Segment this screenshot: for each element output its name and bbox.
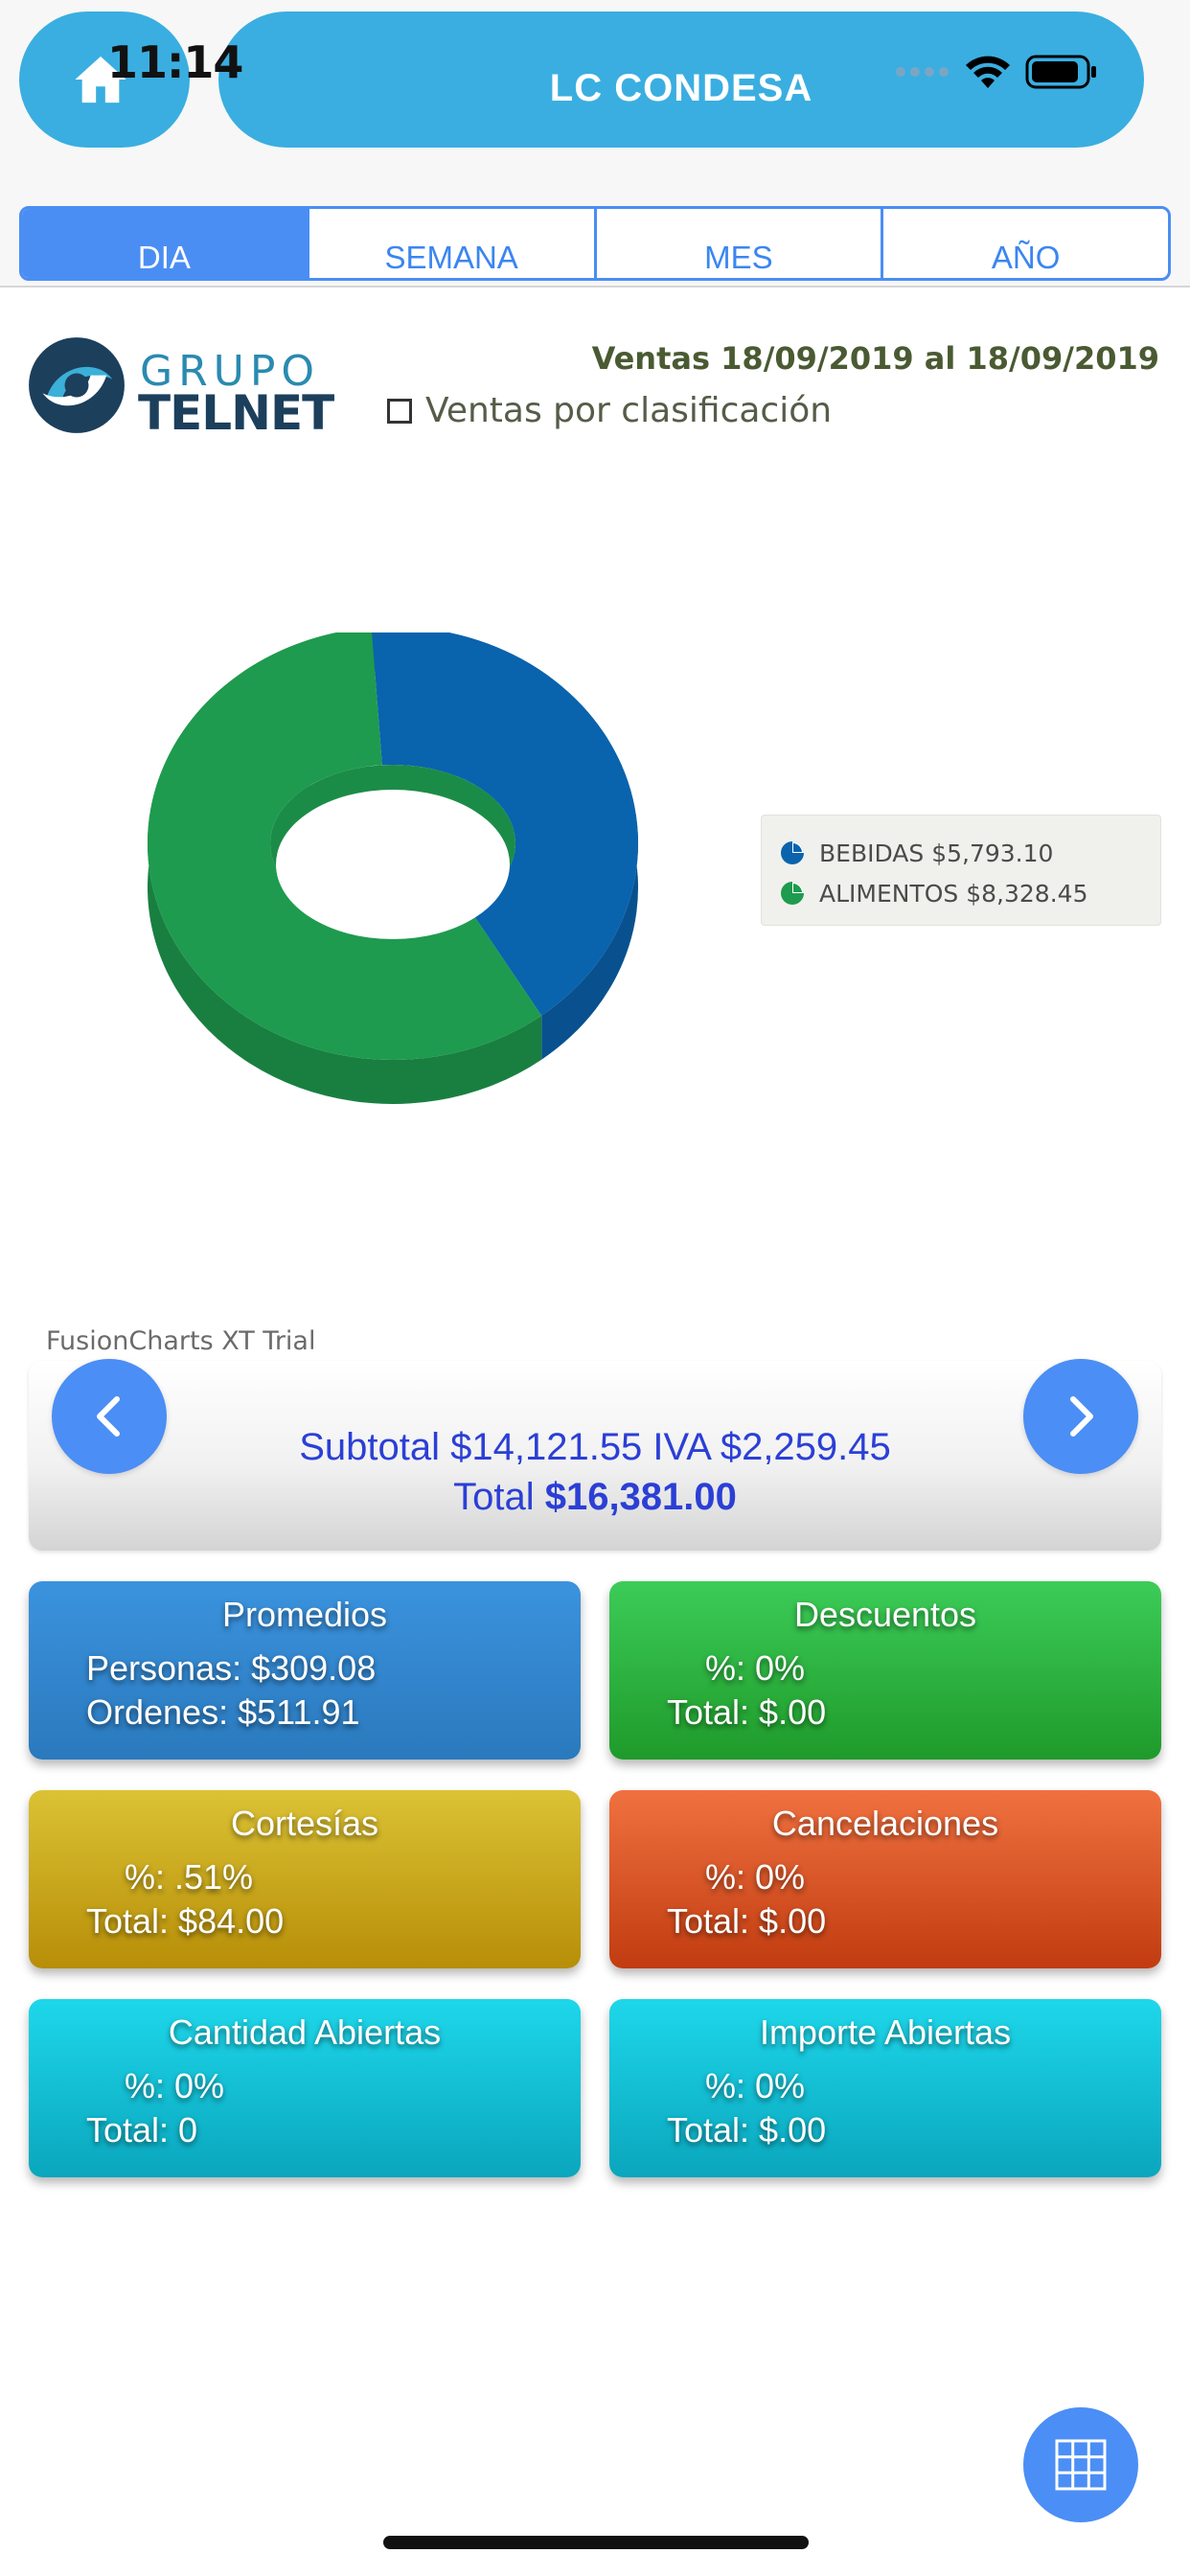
- tab-dia[interactable]: DIA: [22, 209, 309, 278]
- total-label: Total: [453, 1476, 545, 1518]
- card-title: Promedios: [221, 1595, 388, 1634]
- card-title: Cancelaciones: [771, 1804, 999, 1843]
- card-line: Personas: $309.08: [86, 1648, 377, 1688]
- card-title: Cortesías: [230, 1804, 379, 1843]
- legend-label-alimentos: ALIMENTOS $8,328.45: [819, 879, 1088, 908]
- tab-semana[interactable]: SEMANA: [309, 209, 597, 278]
- battery-icon: [1025, 55, 1096, 89]
- card-line: Total: $84.00: [86, 1901, 285, 1941]
- card-line: Ordenes: $511.91: [86, 1692, 360, 1732]
- prev-day-button[interactable]: [52, 1359, 167, 1474]
- card-line: %: .51%: [125, 1857, 254, 1897]
- next-day-button[interactable]: [1023, 1359, 1138, 1474]
- grid-menu-button[interactable]: [1023, 2407, 1138, 2522]
- home-indicator: [383, 2536, 809, 2549]
- logo-telnet-text: TELNET: [138, 385, 334, 441]
- top-bar: LC CONDESA 11:14 DIA SEMANA MES AÑO: [0, 0, 1190, 288]
- chart-watermark: FusionCharts XT Trial: [46, 1326, 316, 1356]
- wifi-icon: [966, 56, 1010, 88]
- pie-legend-icon: [781, 841, 804, 864]
- sales-range-title: Ventas 18/09/2019 al 18/09/2019: [591, 340, 1159, 377]
- grupo-telnet-logo: GRUPO TELNET: [27, 335, 334, 441]
- card-line: Total: $.00: [667, 1692, 827, 1732]
- card-line: Total: $.00: [667, 1901, 827, 1941]
- total-text: Total $16,381.00: [29, 1476, 1161, 1519]
- chevron-left-icon: [97, 1396, 120, 1437]
- tab-mes[interactable]: MES: [597, 209, 884, 278]
- card-title: Importe Abiertas: [759, 2012, 1012, 2052]
- tab-ano[interactable]: AÑO: [883, 209, 1168, 278]
- card-line: Total: 0: [86, 2110, 198, 2150]
- legend-item-bebidas[interactable]: BEBIDAS $5,793.10: [779, 833, 1143, 873]
- card-line: %: 0%: [705, 1857, 806, 1897]
- status-time: 11:14: [107, 36, 243, 88]
- card-line: %: 0%: [705, 2066, 806, 2105]
- chevron-right-icon: [1070, 1396, 1093, 1437]
- status-icons: [895, 54, 1098, 90]
- logo-swirl-icon: [29, 337, 125, 433]
- classification-checkbox[interactable]: [387, 398, 412, 424]
- card-title: Cantidad Abiertas: [168, 2012, 442, 2052]
- chart-legend: BEBIDAS $5,793.10 ALIMENTOS $8,328.45: [761, 815, 1161, 926]
- totals-panel: Subtotal $14,121.55 IVA $2,259.45 Total …: [29, 1361, 1161, 1551]
- grid-icon: [1055, 2439, 1107, 2491]
- card-title: Descuentos: [793, 1595, 977, 1634]
- sales-donut-chart: [148, 632, 638, 1104]
- card-line: %: 0%: [705, 1648, 806, 1688]
- donut-hole: [276, 790, 510, 939]
- card-descuentos[interactable]: Descuentos %: 0% Total: $.00: [609, 1581, 1161, 1760]
- total-value: $16,381.00: [544, 1476, 737, 1518]
- signal-dots-icon: [896, 67, 949, 77]
- classification-toggle[interactable]: Ventas por clasificación: [387, 391, 832, 430]
- card-line: Total: $.00: [667, 2110, 827, 2150]
- classification-label: Ventas por clasificación: [425, 391, 833, 430]
- period-tabs: DIA SEMANA MES AÑO: [19, 206, 1171, 281]
- card-line: %: 0%: [125, 2066, 225, 2105]
- card-cancelaciones[interactable]: Cancelaciones %: 0% Total: $.00: [609, 1790, 1161, 1968]
- legend-item-alimentos[interactable]: ALIMENTOS $8,328.45: [779, 873, 1143, 913]
- card-cantidad-abiertas[interactable]: Cantidad Abiertas %: 0% Total: 0: [29, 1999, 581, 2177]
- subtotal-iva-text: Subtotal $14,121.55 IVA $2,259.45: [299, 1426, 891, 1468]
- legend-label-bebidas: BEBIDAS $5,793.10: [819, 839, 1054, 867]
- card-cortesias[interactable]: Cortesías %: .51% Total: $84.00: [29, 1790, 581, 1968]
- card-importe-abiertas[interactable]: Importe Abiertas %: 0% Total: $.00: [609, 1999, 1161, 2177]
- pie-legend-icon: [781, 882, 804, 905]
- title-bar: LC CONDESA: [218, 12, 1144, 148]
- card-promedios[interactable]: Promedios Personas: $309.08 Ordenes: $51…: [29, 1581, 581, 1760]
